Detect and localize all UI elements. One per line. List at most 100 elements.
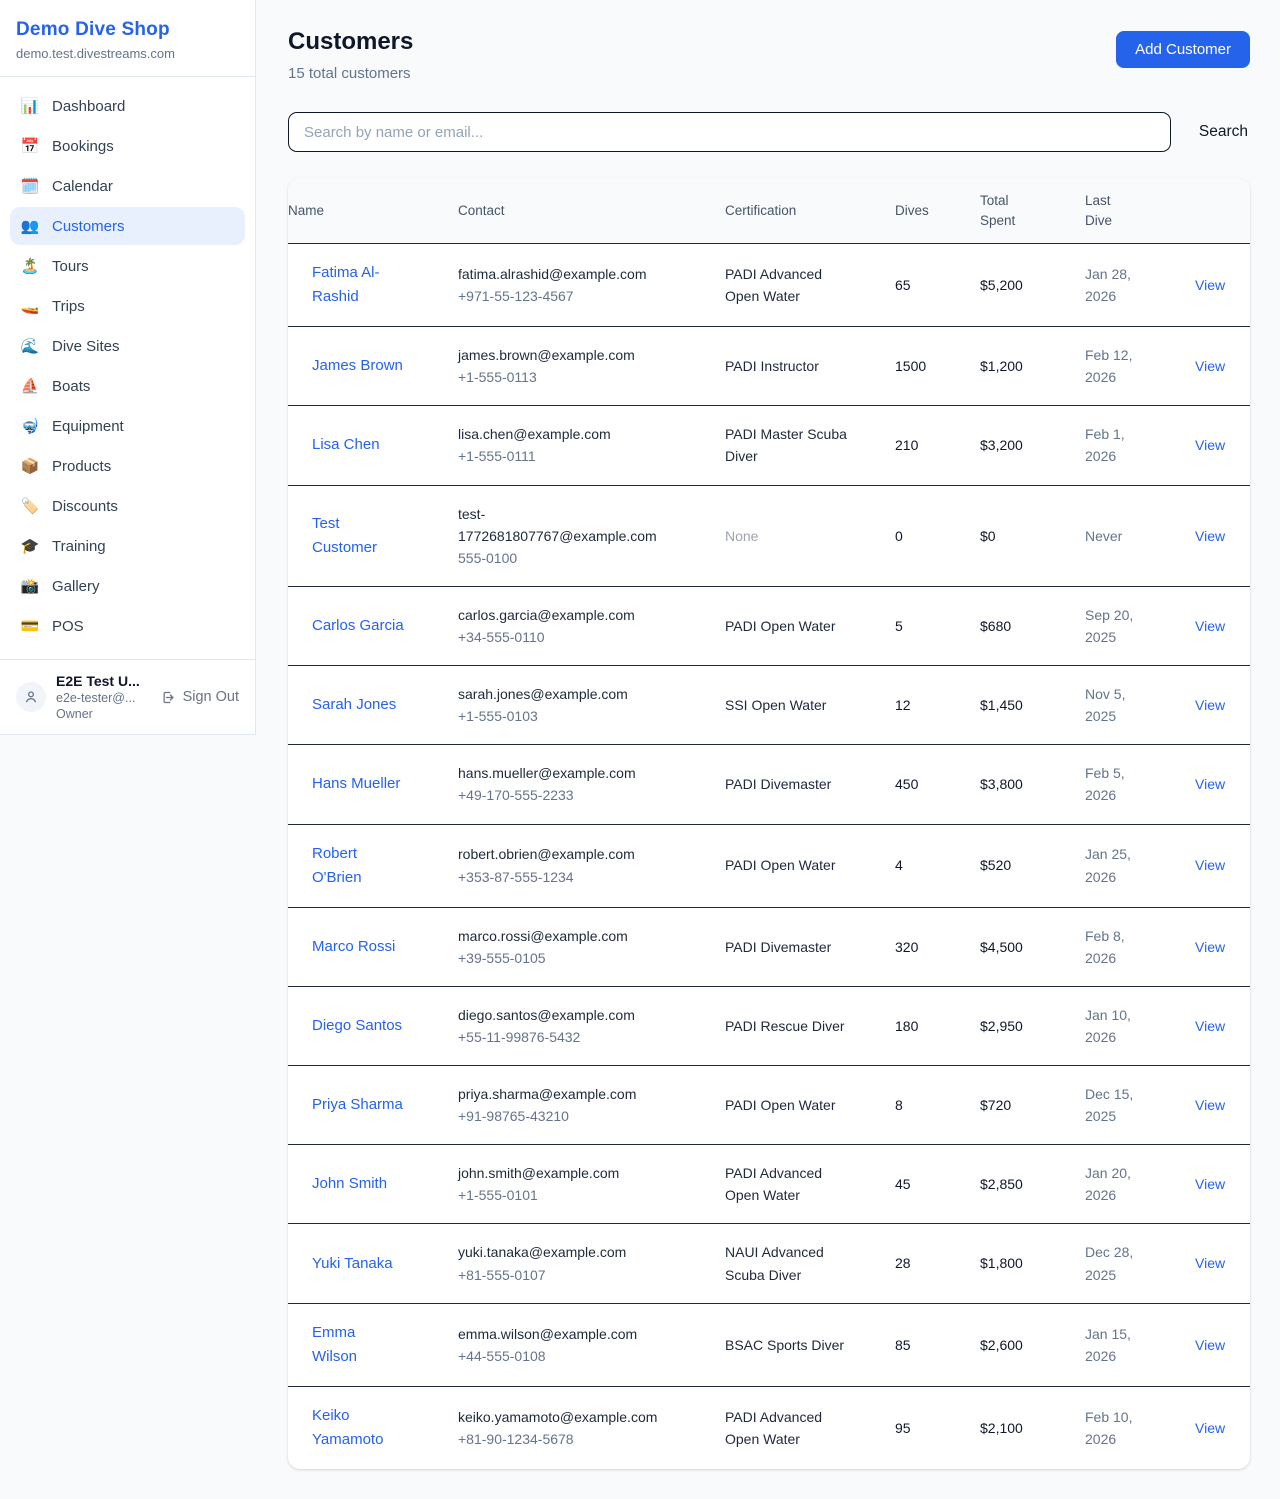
customer-name-link[interactable]: Lisa Chen: [312, 433, 380, 457]
view-customer-link[interactable]: View: [1195, 528, 1225, 544]
customer-certification: PADI Rescue Diver: [725, 1015, 845, 1037]
customer-total-spent: $2,100: [980, 1386, 1085, 1469]
customer-email: priya.sharma@example.com: [458, 1083, 682, 1105]
customer-email: robert.obrien@example.com: [458, 843, 682, 865]
sidebar-item-customers[interactable]: 👥 Customers: [10, 207, 245, 245]
sidebar-item-bookings[interactable]: 📅 Bookings: [10, 127, 245, 165]
view-customer-link[interactable]: View: [1195, 1255, 1225, 1271]
view-customer-link[interactable]: View: [1195, 1176, 1225, 1192]
customer-certification: PADI Open Water: [725, 854, 835, 876]
sidebar-item-trips[interactable]: 🚤 Trips: [10, 287, 245, 325]
sidebar-item-label: Bookings: [52, 138, 114, 155]
sidebar-item-equipment[interactable]: 🤿 Equipment: [10, 407, 245, 445]
sidebar-item-tours[interactable]: 🏝️ Tours: [10, 247, 245, 285]
customer-email: sarah.jones@example.com: [458, 683, 682, 705]
customer-name-link[interactable]: Priya Sharma: [312, 1093, 403, 1117]
view-customer-link[interactable]: View: [1195, 776, 1225, 792]
customer-name-link[interactable]: Diego Santos: [312, 1014, 402, 1038]
view-customer-link[interactable]: View: [1195, 939, 1225, 955]
customer-email: diego.santos@example.com: [458, 1004, 682, 1026]
customer-certification: PADI Open Water: [725, 615, 835, 637]
customer-total-spent: $1,450: [980, 666, 1085, 745]
sidebar-item-label: Dashboard: [52, 98, 125, 115]
sidebar-item-dashboard[interactable]: 📊 Dashboard: [10, 87, 245, 125]
customer-total-spent: $2,600: [980, 1303, 1085, 1386]
customer-last-dive: Never: [1085, 525, 1122, 547]
view-customer-link[interactable]: View: [1195, 1097, 1225, 1113]
sidebar-item-calendar[interactable]: 🗓️ Calendar: [10, 167, 245, 205]
customer-last-dive: Dec 28, 2025: [1085, 1241, 1157, 1285]
customer-certification: PADI Divemaster: [725, 936, 831, 958]
customer-email: keiko.yamamoto@example.com: [458, 1406, 682, 1428]
customer-last-dive: Feb 5, 2026: [1085, 762, 1157, 806]
customer-email: marco.rossi@example.com: [458, 925, 682, 947]
sidebar-item-boats[interactable]: ⛵ Boats: [10, 367, 245, 405]
sidebar-item-label: Boats: [52, 378, 90, 395]
sidebar: Demo Dive Shop demo.test.divestreams.com…: [0, 0, 256, 735]
customer-email: lisa.chen@example.com: [458, 423, 682, 445]
customer-name-link[interactable]: Marco Rossi: [312, 935, 395, 959]
main-content: Customers 15 total customers Add Custome…: [256, 0, 1280, 1499]
customer-name-link[interactable]: Test Customer: [312, 512, 404, 560]
sign-out-icon: [161, 690, 176, 705]
sidebar-item-products[interactable]: 📦 Products: [10, 447, 245, 485]
sign-out-button[interactable]: Sign Out: [161, 689, 239, 705]
customer-name-link[interactable]: James Brown: [312, 354, 403, 378]
customer-dives: 450: [895, 745, 980, 824]
customer-name-link[interactable]: Emma Wilson: [312, 1321, 404, 1369]
add-customer-button[interactable]: Add Customer: [1116, 31, 1250, 68]
customer-name-link[interactable]: Fatima Al-Rashid: [312, 261, 404, 309]
table-header-row: Name Contact Certification Dives: [288, 178, 1250, 244]
customer-name-link[interactable]: Keiko Yamamoto: [312, 1404, 404, 1452]
view-customer-link[interactable]: View: [1195, 1337, 1225, 1353]
search-button[interactable]: Search: [1197, 119, 1250, 145]
customer-certification: PADI Master Scuba Diver: [725, 423, 847, 467]
customer-count: 15 total customers: [288, 65, 413, 82]
customer-name-link[interactable]: Yuki Tanaka: [312, 1252, 393, 1276]
shop-name: Demo Dive Shop: [16, 19, 239, 41]
customer-phone: +1-555-0113: [458, 366, 715, 388]
customer-phone: +55-11-99876-5432: [458, 1026, 715, 1048]
customer-name-link[interactable]: Hans Mueller: [312, 772, 400, 796]
customer-email: john.smith@example.com: [458, 1162, 682, 1184]
shop-domain: demo.test.divestreams.com: [16, 46, 239, 61]
customer-name-link[interactable]: Sarah Jones: [312, 693, 396, 717]
search-input[interactable]: [288, 112, 1171, 152]
view-customer-link[interactable]: View: [1195, 437, 1225, 453]
view-customer-link[interactable]: View: [1195, 618, 1225, 634]
customer-email: james.brown@example.com: [458, 344, 682, 366]
view-customer-link[interactable]: View: [1195, 1018, 1225, 1034]
customers-table-card: Name Contact Certification Dives: [288, 178, 1250, 1469]
column-header-dives: Dives: [895, 178, 980, 244]
view-customer-link[interactable]: View: [1195, 277, 1225, 293]
customer-last-dive: Feb 1, 2026: [1085, 423, 1157, 467]
sidebar-item-pos[interactable]: 💳 POS: [10, 607, 245, 645]
customer-last-dive: Jan 25, 2026: [1085, 843, 1157, 887]
sidebar-item-gallery[interactable]: 📸 Gallery: [10, 567, 245, 605]
customer-name-link[interactable]: Robert O'Brien: [312, 842, 404, 890]
column-header: [1185, 178, 1250, 244]
view-customer-link[interactable]: View: [1195, 697, 1225, 713]
view-customer-link[interactable]: View: [1195, 358, 1225, 374]
customer-name-link[interactable]: John Smith: [312, 1172, 387, 1196]
column-header-last-dive: Last Dive: [1085, 178, 1185, 244]
customer-last-dive: Dec 15, 2025: [1085, 1083, 1157, 1127]
sidebar-item-discounts[interactable]: 🏷️ Discounts: [10, 487, 245, 525]
customer-row-marco-rossi: Marco Rossi marco.rossi@example.com +39-…: [288, 907, 1250, 986]
sidebar-item-label: Dive Sites: [52, 338, 120, 355]
customer-phone: +1-555-0111: [458, 445, 715, 467]
user-name: E2E Test U...: [56, 673, 151, 689]
view-customer-link[interactable]: View: [1195, 857, 1225, 873]
view-customer-link[interactable]: View: [1195, 1420, 1225, 1436]
customer-email: fatima.alrashid@example.com: [458, 263, 682, 285]
customer-row-yuki-tanaka: Yuki Tanaka yuki.tanaka@example.com +81-…: [288, 1224, 1250, 1303]
customer-row-lisa-chen: Lisa Chen lisa.chen@example.com +1-555-0…: [288, 406, 1250, 485]
customer-phone: +44-555-0108: [458, 1345, 715, 1367]
sidebar-item-dive-sites[interactable]: 🌊 Dive Sites: [10, 327, 245, 365]
customer-total-spent: $1,200: [980, 327, 1085, 406]
customer-dives: 95: [895, 1386, 980, 1469]
customer-name-link[interactable]: Carlos Garcia: [312, 614, 404, 638]
column-header-certification: Certification: [725, 178, 895, 244]
sidebar-item-training[interactable]: 🎓 Training: [10, 527, 245, 565]
customer-certification: PADI Advanced Open Water: [725, 1162, 847, 1206]
